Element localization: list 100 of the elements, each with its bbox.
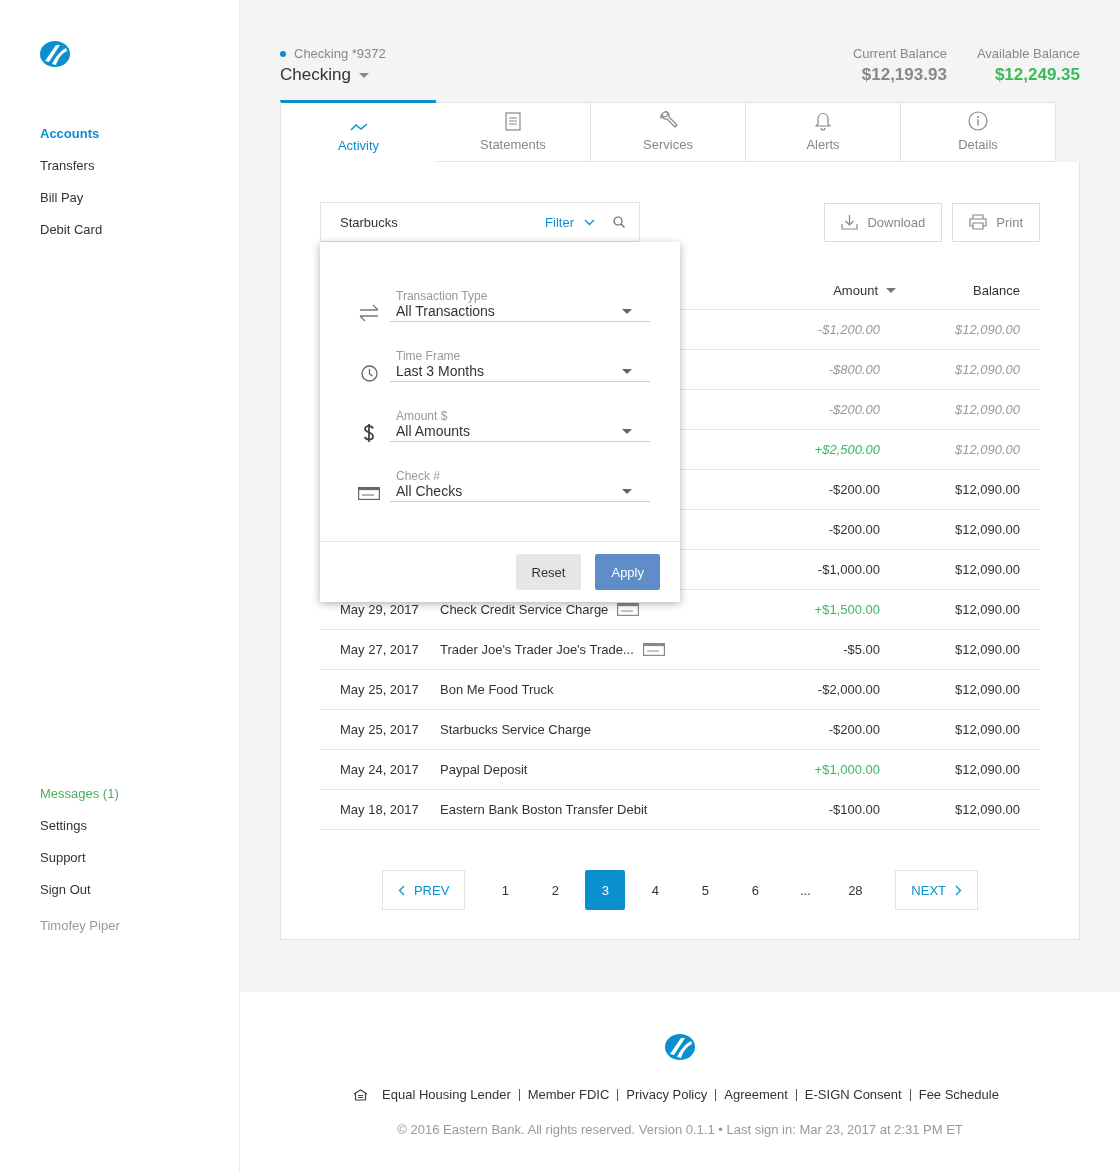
check-icon — [617, 603, 640, 616]
page-button[interactable]: 5 — [685, 870, 726, 910]
dollar-icon — [363, 423, 375, 443]
amount-cell: -$1,000.00 — [817, 562, 880, 577]
balance-cell: $12,090.00 — [954, 602, 1020, 617]
download-button[interactable]: Download — [824, 202, 943, 242]
dropdown-field[interactable]: Amount $ All Amounts — [390, 408, 650, 442]
column-header[interactable]: Amount — [833, 282, 896, 298]
footer-link[interactable]: Fee Schedule — [910, 1087, 1007, 1102]
tab[interactable]: Statements — [436, 102, 591, 162]
balance-cell: $12,090.00 — [954, 562, 1020, 577]
account-selector[interactable]: Checking — [280, 64, 369, 86]
dropdown-caret-icon — [622, 308, 632, 314]
page-button[interactable]: 4 — [635, 870, 676, 910]
amount-cell: -$200.00 — [828, 482, 880, 497]
balance-amount: $12,193.93 — [860, 64, 947, 86]
amount-cell: -$2,000.00 — [817, 682, 880, 697]
sidebar-item[interactable]: Debit Card — [40, 214, 103, 246]
sidebar-item[interactable]: Support — [40, 842, 86, 874]
transfer-arrows-icon — [359, 304, 379, 322]
sidebar-item[interactable]: Transfers — [40, 150, 95, 182]
user-name: Timofey Piper — [40, 917, 120, 935]
page-button[interactable]: 2 — [535, 870, 576, 910]
tab[interactable]: Services — [591, 102, 746, 162]
amount-cell: +$2,500.00 — [814, 442, 880, 457]
balance-cell: $12,090.00 — [954, 322, 1020, 337]
description-cell: Check Credit Service Charge — [440, 602, 609, 617]
amount-cell: -$200.00 — [828, 722, 880, 737]
search-field[interactable]: Starbucks Filter — [320, 202, 640, 242]
balance-label: Current Balance — [852, 46, 947, 62]
description-cell: Trader Joe's Trader Joe's Trade... — [440, 642, 634, 657]
page-button[interactable]: 3 — [585, 870, 626, 910]
date-cell-text: May 25, 2017 — [340, 682, 420, 697]
balance-cell: $12,090.00 — [954, 722, 1020, 737]
reset-button[interactable]: Reset — [515, 554, 582, 590]
house-icon — [353, 1088, 369, 1101]
status-dot-icon — [280, 51, 286, 57]
date-cell-text: May 29, 2017 — [340, 602, 420, 617]
footer-link[interactable]: Privacy Policy — [618, 1087, 716, 1102]
bell-icon — [815, 112, 831, 131]
info-icon — [968, 111, 988, 131]
chevron-down-icon — [584, 218, 595, 226]
tab[interactable]: Activity — [280, 100, 436, 162]
caret-icon — [358, 72, 369, 78]
date-cell-text: May 27, 2017 — [340, 642, 420, 657]
balance-amount: $12,249.35 — [993, 64, 1080, 86]
sidebar-item[interactable]: Bill Pay — [40, 182, 84, 214]
balance-cell: $12,090.00 — [954, 402, 1020, 417]
print-button[interactable]: Print — [952, 202, 1040, 242]
column-header[interactable]: Balance — [973, 282, 1020, 298]
balance-label: Available Balance — [976, 46, 1080, 62]
chevron-right-icon — [955, 884, 963, 896]
description-cell: Bon Me Food Truck — [440, 682, 554, 697]
dropdown-caret-icon — [622, 428, 632, 434]
check-card-icon — [358, 486, 380, 500]
footer-link[interactable]: E-SIGN Consent — [796, 1087, 910, 1102]
dropdown-field[interactable]: Time Frame Last 3 Months — [390, 348, 650, 382]
page-button[interactable]: ... — [785, 870, 826, 910]
next-button[interactable]: NEXT — [895, 870, 979, 910]
sidebar-item[interactable]: Sign Out — [40, 874, 91, 906]
tab[interactable]: Details — [901, 102, 1056, 162]
footer-link[interactable]: Equal Housing Lender — [374, 1087, 519, 1102]
amount-cell: +$1,000.00 — [814, 762, 880, 777]
balance-cell: $12,090.00 — [954, 482, 1020, 497]
sidebar-item[interactable]: Accounts — [40, 118, 100, 150]
amount-cell: -$100.00 — [828, 802, 880, 817]
download-icon — [841, 214, 859, 230]
amount-cell: -$5.00 — [843, 642, 880, 657]
description-cell: Paypal Deposit — [440, 762, 528, 777]
dropdown-field[interactable]: Transaction Type All Transactions — [390, 288, 650, 322]
bank-logo — [665, 1033, 695, 1061]
page-button[interactable]: 6 — [735, 870, 776, 910]
page-button[interactable]: 28 — [835, 870, 876, 910]
filter-button[interactable]: Filter — [545, 214, 595, 230]
search-icon[interactable] — [613, 216, 625, 228]
line-chart-icon — [349, 122, 368, 132]
footer-link[interactable]: Agreement — [716, 1087, 796, 1102]
balance-cell: $12,090.00 — [954, 442, 1020, 457]
description-cell: Eastern Bank Boston Transfer Debit — [440, 802, 648, 817]
dropdown-field[interactable]: Check # All Checks — [390, 468, 650, 502]
clock-icon — [360, 364, 378, 382]
prev-button[interactable]: PREV — [381, 870, 466, 910]
balance-cell: $12,090.00 — [954, 642, 1020, 657]
balance-cell: $12,090.00 — [954, 362, 1020, 377]
bank-logo — [40, 40, 70, 68]
tab[interactable]: Alerts — [746, 102, 901, 162]
amount-cell: -$200.00 — [828, 522, 880, 537]
amount-cell: -$800.00 — [828, 362, 880, 377]
amount-cell: -$200.00 — [828, 402, 880, 417]
footer-link[interactable]: Member FDIC — [519, 1087, 618, 1102]
page-button[interactable]: 1 — [485, 870, 526, 910]
sidebar-item[interactable]: Settings — [40, 810, 87, 842]
account-number: Checking *9372 — [294, 46, 386, 62]
balance-cell: $12,090.00 — [954, 522, 1020, 537]
balance-cell: $12,090.00 — [954, 762, 1020, 777]
amount-cell: +$1,500.00 — [814, 602, 880, 617]
document-icon — [505, 112, 521, 131]
dropdown-caret-icon — [622, 488, 632, 494]
copyright-text: © 2016 Eastern Bank. All rights reserved. Version 0.1.1 • Last sign in: Mar 23, 2017 at 2:31 PM ET — [397, 1122, 963, 1137]
check-icon — [642, 643, 665, 656]
